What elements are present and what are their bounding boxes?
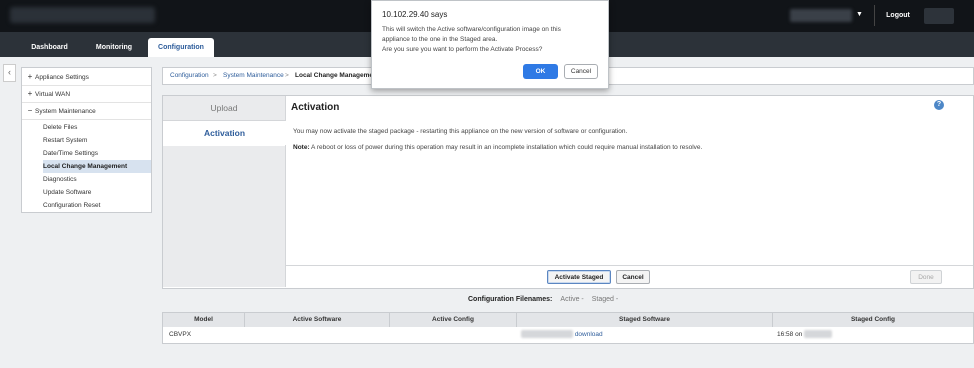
dialog-message-line: This will switch the Active software/con… — [382, 26, 561, 33]
breadcrumb-separator: > — [213, 72, 217, 79]
breadcrumb-configuration[interactable]: Configuration — [170, 68, 209, 84]
tab-configuration[interactable]: Configuration — [148, 38, 214, 57]
sidebar-item-restart-system[interactable]: Restart System — [43, 134, 151, 147]
divider — [285, 265, 973, 266]
sidebar-item-delete-files[interactable]: Delete Files — [43, 121, 151, 134]
sidebar-item-update-software[interactable]: Update Software — [43, 186, 151, 199]
sidebar-item-diagnostics[interactable]: Diagnostics — [43, 173, 151, 186]
sidebar-section-system-maintenance[interactable]: − System Maintenance — [22, 102, 151, 120]
activation-panel: Upload Activation Activation ? You may n… — [162, 95, 974, 289]
sidebar: + Appliance Settings + Virtual WAN − System… — [21, 67, 152, 213]
user-menu[interactable] — [790, 9, 852, 22]
sidebar-section-label: Appliance Settings — [35, 74, 89, 81]
panel-tabs: Upload Activation — [163, 96, 286, 287]
package-table: Model Active Software Active Config Stag… — [162, 312, 974, 344]
dialog-cancel-button[interactable]: Cancel — [564, 64, 598, 79]
cancel-button[interactable]: Cancel — [616, 270, 650, 284]
chevron-down-icon[interactable]: ▼ — [856, 11, 863, 18]
sidebar-item-date-time-settings[interactable]: Date/Time Settings — [43, 147, 151, 160]
sidebar-section-appliance-settings[interactable]: + Appliance Settings — [22, 68, 151, 86]
sidebar-item-configuration-reset[interactable]: Configuration Reset — [43, 199, 151, 212]
redacted-filename — [521, 330, 573, 339]
activation-note: Note: A reboot or loss of power during t… — [293, 144, 702, 151]
logout-button[interactable]: Logout — [878, 8, 918, 24]
download-link[interactable]: download — [575, 331, 603, 338]
note-label: Note: — [293, 144, 310, 151]
table-cell-staged-software: download — [521, 328, 603, 342]
activation-description: You may now activate the staged package … — [293, 128, 628, 135]
chevron-left-icon[interactable]: ‹ — [3, 64, 16, 82]
breadcrumb-system-maintenance[interactable]: System Maintenance — [223, 68, 284, 84]
done-button[interactable]: Done — [910, 270, 942, 284]
activate-staged-button[interactable]: Activate Staged — [547, 270, 611, 284]
staged-filename: Staged - — [591, 296, 619, 303]
tab-filler — [163, 146, 285, 287]
expand-icon: + — [27, 89, 33, 98]
page-title: Activation — [291, 102, 340, 113]
divider — [874, 5, 875, 26]
column-header-active-software: Active Software — [245, 313, 390, 327]
active-filename: Active - — [560, 296, 584, 303]
dialog-message-line: appliance to the one in the Staged area. — [382, 36, 498, 43]
breadcrumb-local-change-management: Local Change Management — [295, 72, 380, 79]
table-cell-model: CBVPX — [169, 331, 192, 338]
column-header-active-config: Active Config — [390, 313, 517, 327]
sidebar-item-local-change-management[interactable]: Local Change Management — [43, 160, 151, 173]
staged-config-time: 16:58 on — [777, 331, 803, 338]
configuration-filenames: Configuration Filenames: Active - Staged - — [468, 296, 618, 303]
confirm-dialog: 10.102.29.40 says This will switch the A… — [371, 0, 609, 89]
avatar — [924, 8, 954, 24]
sidebar-section-label: System Maintenance — [35, 108, 96, 115]
configuration-filenames-label: Configuration Filenames: — [468, 296, 553, 303]
tab-activation[interactable]: Activation — [163, 121, 286, 145]
table-cell-staged-config: 16:58 on — [777, 328, 833, 342]
note-text: A reboot or loss of power during this op… — [309, 144, 703, 151]
sidebar-section-virtual-wan[interactable]: + Virtual WAN — [22, 85, 151, 103]
dialog-message-line: Are you sure you want to perform the Act… — [382, 46, 543, 53]
tab-upload[interactable]: Upload — [163, 96, 285, 121]
column-header-model: Model — [163, 313, 245, 327]
expand-icon: + — [27, 72, 33, 81]
redacted-date — [804, 330, 833, 339]
tab-dashboard[interactable]: Dashboard — [18, 38, 81, 57]
ok-button[interactable]: OK — [523, 64, 558, 79]
tab-monitoring[interactable]: Monitoring — [84, 38, 144, 57]
sidebar-section-label: Virtual WAN — [35, 91, 71, 98]
collapse-icon: − — [27, 106, 33, 115]
column-header-staged-config: Staged Config — [773, 313, 973, 327]
dialog-title: 10.102.29.40 says — [382, 10, 448, 19]
breadcrumb-separator: > — [285, 72, 289, 79]
brand-logo-redacted — [10, 7, 155, 23]
column-header-staged-software: Staged Software — [517, 313, 773, 327]
help-icon[interactable]: ? — [934, 100, 944, 110]
